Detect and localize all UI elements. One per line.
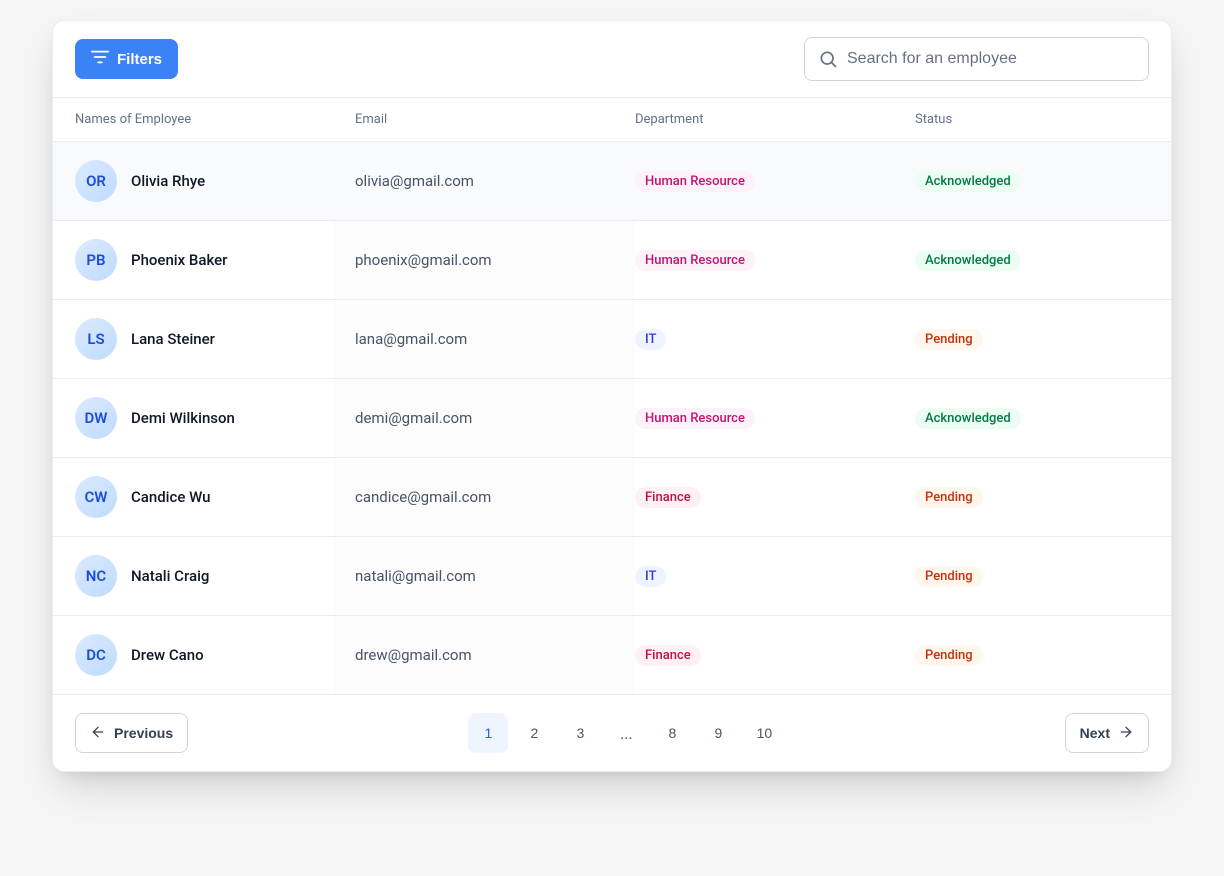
previous-button[interactable]: Previous [75,713,188,753]
name-cell: DW Demi Wilkinson [75,397,355,439]
status-cell: Pending [915,487,1149,508]
department-badge: Finance [635,487,701,508]
page-button-1[interactable]: 1 [468,713,508,753]
name-cell: DC Drew Cano [75,634,355,676]
name-cell: OR Olivia Rhye [75,160,355,202]
col-name: Names of Employee [75,112,355,127]
filters-button[interactable]: Filters [75,39,178,79]
avatar: NC [75,555,117,597]
department-badge: IT [635,566,666,587]
table-header: Names of Employee Email Department Statu… [53,97,1171,142]
department-badge: Finance [635,645,701,666]
department-cell: IT [635,566,915,587]
search-icon [818,49,838,69]
filters-label: Filters [117,51,162,68]
status-cell: Acknowledged [915,250,1149,271]
page-button-8[interactable]: 8 [652,713,692,753]
page-list: 123... 8910 [468,713,784,753]
email-cell: drew@gmail.com [333,616,635,694]
col-department: Department [635,112,915,127]
avatar: OR [75,160,117,202]
search-wrap [804,37,1149,81]
search-input[interactable] [804,37,1149,81]
table-row[interactable]: PB Phoenix Baker phoenix@gmail.comHuman Re… [53,221,1171,300]
department-cell: Human Resource [635,171,915,192]
table-body: OROlivia Rhyeolivia@gmail.comHuman Resou… [53,142,1171,695]
employee-name: Drew Cano [131,646,204,664]
avatar: LS [75,318,117,360]
pagination: Previous 123... 8910 Next [53,695,1171,771]
next-button[interactable]: Next [1065,713,1149,753]
email-cell: lana@gmail.com [333,300,635,378]
employee-name: Lana Steiner [131,330,215,348]
table-row[interactable]: DW Demi Wilkinson demi@gmail.comHuman Reso… [53,379,1171,458]
previous-label: Previous [114,725,173,741]
col-email: Email [355,112,635,127]
next-label: Next [1080,725,1110,741]
page-button-9[interactable]: 9 [698,713,738,753]
department-cell: Human Resource [635,250,915,271]
status-cell: Pending [915,645,1149,666]
department-badge: Human Resource [635,408,755,429]
email-cell: candice@gmail.com [333,458,635,536]
avatar: PB [75,239,117,281]
page-button-10[interactable]: 10 [744,713,784,753]
email-cell: natali@gmail.com [333,537,635,615]
table-row[interactable]: DC Drew Cano drew@gmail.comFinance Pending [53,616,1171,695]
email-cell: olivia@gmail.com [333,142,635,220]
department-badge: IT [635,329,666,350]
status-badge: Acknowledged [915,250,1021,271]
department-cell: Finance [635,645,915,666]
page-button-3[interactable]: 3 [560,713,600,753]
department-cell: Finance [635,487,915,508]
employee-name: Natali Craig [131,567,209,585]
page-ellipsis: ... [606,724,646,743]
table-row[interactable]: CW Candice Wu candice@gmail.comFinance Pend… [53,458,1171,537]
name-cell: NC Natali Craig [75,555,355,597]
status-badge: Pending [915,645,983,666]
name-cell: LS Lana Steiner [75,318,355,360]
arrow-left-icon [90,724,106,743]
table-row[interactable]: LS Lana Steiner lana@gmail.comIT Pending [53,300,1171,379]
department-badge: Human Resource [635,250,755,271]
employee-name: Demi Wilkinson [131,409,235,427]
department-cell: Human Resource [635,408,915,429]
col-status: Status [915,112,1149,127]
avatar: DW [75,397,117,439]
avatar: CW [75,476,117,518]
status-badge: Acknowledged [915,171,1021,192]
name-cell: CW Candice Wu [75,476,355,518]
name-cell: PB Phoenix Baker [75,239,355,281]
employee-table-card: Filters Names of Employee Email Departme… [52,20,1172,772]
toolbar: Filters [53,21,1171,97]
department-cell: IT [635,329,915,350]
employee-name: Olivia Rhye [131,172,205,190]
arrow-right-icon [1118,724,1134,743]
email-cell: demi@gmail.com [333,379,635,457]
status-badge: Acknowledged [915,408,1021,429]
status-cell: Acknowledged [915,408,1149,429]
employee-name: Candice Wu [131,488,211,506]
filter-icon [91,50,109,68]
employee-name: Phoenix Baker [131,251,227,269]
status-badge: Pending [915,329,983,350]
status-cell: Acknowledged [915,171,1149,192]
status-cell: Pending [915,566,1149,587]
status-badge: Pending [915,487,983,508]
status-cell: Pending [915,329,1149,350]
avatar: DC [75,634,117,676]
table-row[interactable]: OR Olivia Rhye olivia@gmail.comHuman Resou… [53,142,1171,221]
page-button-2[interactable]: 2 [514,713,554,753]
status-badge: Pending [915,566,983,587]
department-badge: Human Resource [635,171,755,192]
table-row[interactable]: NC Natali Craig natali@gmail.comIT Pending [53,537,1171,616]
email-cell: phoenix@gmail.com [333,221,635,299]
